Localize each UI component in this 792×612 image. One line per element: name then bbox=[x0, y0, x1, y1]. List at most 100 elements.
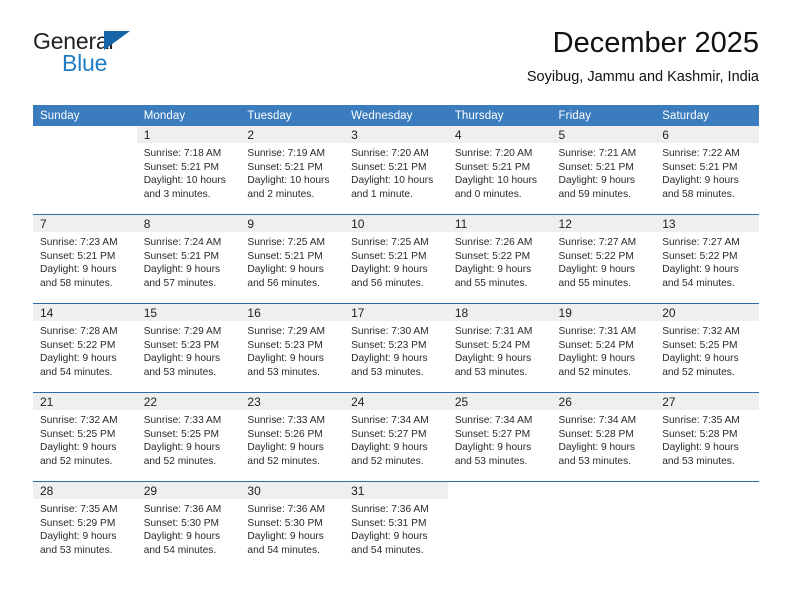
daylight-text-line2: and 53 minutes. bbox=[40, 544, 113, 556]
daylight-text-line1: Daylight: 9 hours bbox=[351, 531, 428, 543]
day-number: 18 bbox=[447, 304, 552, 321]
day-number: 16 bbox=[240, 304, 345, 321]
calendar-day-cell[interactable]: 10 Sunrise: 7:25 AM Sunset: 5:21 PM Dayligh… bbox=[344, 214, 448, 304]
calendar-day-cell[interactable]: 28 Sunrise: 7:35 AM Sunset: 5:29 PM Dayligh… bbox=[33, 481, 137, 570]
calendar-day-cell[interactable]: 12 Sunrise: 7:27 AM Sunset: 5:22 PM Dayligh… bbox=[551, 214, 656, 304]
day-number: 13 bbox=[655, 215, 759, 232]
day-details: Sunrise: 7:26 AM Sunset: 5:22 PM Daylight:… bbox=[448, 232, 552, 290]
calendar-day-cell[interactable]: 15 Sunrise: 7:29 AM Sunset: 5:23 PM Dayligh… bbox=[136, 303, 241, 393]
daylight-text-line1: Daylight: 10 hours bbox=[143, 175, 226, 187]
sunset-text: Sunset: 5:21 PM bbox=[247, 250, 323, 262]
daylight-text-line1: Daylight: 9 hours bbox=[40, 264, 117, 276]
day-cell-inner: 6 Sunrise: 7:22 AM Sunset: 5:21 PM Daylight… bbox=[655, 126, 759, 214]
calendar-day-cell[interactable]: 1 Sunrise: 7:18 AM Sunset: 5:21 PM Daylight… bbox=[136, 126, 241, 215]
day-details: Sunrise: 7:28 AM Sunset: 5:22 PM Daylight:… bbox=[33, 321, 137, 379]
calendar-day-cell[interactable]: 16 Sunrise: 7:29 AM Sunset: 5:23 PM Dayligh… bbox=[240, 303, 345, 393]
day-details: Sunrise: 7:27 AM Sunset: 5:22 PM Daylight:… bbox=[552, 232, 656, 290]
sunrise-text: Sunrise: 7:36 AM bbox=[143, 504, 222, 515]
calendar-day-cell[interactable]: 25 Sunrise: 7:34 AM Sunset: 5:27 PM Dayligh… bbox=[447, 392, 552, 482]
day-cell-inner: 26 Sunrise: 7:34 AM Sunset: 5:28 PM Dayligh… bbox=[551, 393, 656, 481]
daylight-text-line1: Daylight: 9 hours bbox=[662, 175, 739, 187]
day-details: Sunrise: 7:36 AM Sunset: 5:30 PM Daylight:… bbox=[240, 499, 344, 557]
calendar-day-cell[interactable]: 23 Sunrise: 7:33 AM Sunset: 5:26 PM Dayligh… bbox=[240, 392, 345, 482]
calendar-day-cell[interactable]: 20 Sunrise: 7:32 AM Sunset: 5:25 PM Dayligh… bbox=[655, 303, 759, 393]
day-cell-inner: 14 Sunrise: 7:28 AM Sunset: 5:22 PM Dayligh… bbox=[33, 304, 137, 392]
day-cell-inner: 8 Sunrise: 7:24 AM Sunset: 5:21 PM Daylight… bbox=[136, 215, 241, 303]
day-details: Sunrise: 7:34 AM Sunset: 5:27 PM Daylight:… bbox=[448, 410, 552, 468]
calendar-week-row: 7 Sunrise: 7:23 AM Sunset: 5:21 PM Daylight… bbox=[33, 214, 759, 304]
calendar-day-cell[interactable]: 19 Sunrise: 7:31 AM Sunset: 5:24 PM Dayligh… bbox=[551, 303, 656, 393]
daylight-text-line1: Daylight: 9 hours bbox=[558, 353, 635, 365]
day-cell-inner: 20 Sunrise: 7:32 AM Sunset: 5:25 PM Dayligh… bbox=[655, 304, 759, 392]
calendar-day-cell[interactable]: 26 Sunrise: 7:34 AM Sunset: 5:28 PM Dayligh… bbox=[551, 392, 656, 482]
day-details bbox=[448, 499, 552, 503]
calendar-day-cell[interactable]: 9 Sunrise: 7:25 AM Sunset: 5:21 PM Daylight… bbox=[240, 214, 345, 304]
calendar-day-cell[interactable]: 29 Sunrise: 7:36 AM Sunset: 5:30 PM Dayligh… bbox=[136, 481, 241, 570]
calendar-body: 1 Sunrise: 7:18 AM Sunset: 5:21 PM Daylight… bbox=[33, 126, 759, 570]
sunset-text: Sunset: 5:21 PM bbox=[351, 161, 427, 173]
day-number: 26 bbox=[551, 393, 656, 410]
general-blue-logo[interactable]: General Blue bbox=[33, 28, 233, 86]
daylight-text-line1: Daylight: 9 hours bbox=[558, 175, 635, 187]
day-number: 8 bbox=[136, 215, 241, 232]
daylight-text-line2: and 54 minutes. bbox=[351, 544, 424, 556]
day-details: Sunrise: 7:22 AM Sunset: 5:21 PM Daylight:… bbox=[655, 143, 759, 201]
sunset-text: Sunset: 5:23 PM bbox=[351, 339, 427, 351]
daylight-text-line1: Daylight: 9 hours bbox=[662, 353, 739, 365]
daylight-text-line2: and 59 minutes. bbox=[558, 188, 632, 200]
day-number: 6 bbox=[655, 126, 759, 143]
calendar-day-cell[interactable]: 22 Sunrise: 7:33 AM Sunset: 5:25 PM Dayligh… bbox=[136, 392, 241, 482]
calendar-day-cell-empty bbox=[33, 126, 137, 215]
calendar-day-cell[interactable]: 14 Sunrise: 7:28 AM Sunset: 5:22 PM Dayligh… bbox=[33, 303, 137, 393]
day-cell-inner bbox=[552, 482, 656, 570]
calendar-day-cell[interactable]: 11 Sunrise: 7:26 AM Sunset: 5:22 PM Dayligh… bbox=[447, 214, 552, 304]
calendar-day-cell[interactable]: 18 Sunrise: 7:31 AM Sunset: 5:24 PM Dayligh… bbox=[447, 303, 552, 393]
daylight-text-line2: and 52 minutes. bbox=[40, 455, 113, 467]
daylight-text-line1: Daylight: 9 hours bbox=[351, 442, 428, 454]
calendar-day-cell[interactable]: 4 Sunrise: 7:20 AM Sunset: 5:21 PM Daylight… bbox=[447, 126, 552, 215]
day-cell-inner: 5 Sunrise: 7:21 AM Sunset: 5:21 PM Daylight… bbox=[551, 126, 656, 214]
day-number: 25 bbox=[447, 393, 552, 410]
calendar-day-cell[interactable]: 2 Sunrise: 7:19 AM Sunset: 5:21 PM Daylight… bbox=[240, 126, 345, 215]
daylight-text-line2: and 52 minutes. bbox=[143, 455, 217, 467]
daylight-text-line2: and 1 minute. bbox=[351, 188, 413, 200]
daylight-text-line2: and 58 minutes. bbox=[40, 277, 113, 289]
daylight-text-line1: Daylight: 9 hours bbox=[558, 442, 635, 454]
daylight-text-line1: Daylight: 9 hours bbox=[143, 264, 221, 276]
calendar-day-cell[interactable]: 13 Sunrise: 7:27 AM Sunset: 5:22 PM Dayligh… bbox=[655, 214, 759, 304]
calendar-day-cell[interactable]: 24 Sunrise: 7:34 AM Sunset: 5:27 PM Dayligh… bbox=[344, 392, 448, 482]
calendar-day-cell[interactable]: 31 Sunrise: 7:36 AM Sunset: 5:31 PM Dayligh… bbox=[344, 481, 448, 570]
day-cell-inner: 31 Sunrise: 7:36 AM Sunset: 5:31 PM Dayligh… bbox=[344, 482, 448, 570]
calendar-header-row: Sunday Monday Tuesday Wednesday Thursday… bbox=[33, 105, 759, 126]
calendar-day-cell[interactable]: 21 Sunrise: 7:32 AM Sunset: 5:25 PM Dayligh… bbox=[33, 392, 137, 482]
sunrise-text: Sunrise: 7:22 AM bbox=[662, 148, 740, 159]
daylight-text-line2: and 54 minutes. bbox=[40, 366, 113, 378]
calendar-week-row: 1 Sunrise: 7:18 AM Sunset: 5:21 PM Daylight… bbox=[33, 126, 759, 215]
calendar-day-cell[interactable]: 30 Sunrise: 7:36 AM Sunset: 5:30 PM Dayligh… bbox=[240, 481, 345, 570]
day-details: Sunrise: 7:20 AM Sunset: 5:21 PM Daylight:… bbox=[344, 143, 448, 201]
sunrise-text: Sunrise: 7:36 AM bbox=[247, 504, 325, 515]
calendar-day-cell[interactable]: 8 Sunrise: 7:24 AM Sunset: 5:21 PM Daylight… bbox=[136, 214, 241, 304]
sunset-text: Sunset: 5:31 PM bbox=[351, 517, 427, 529]
calendar-day-cell[interactable]: 7 Sunrise: 7:23 AM Sunset: 5:21 PM Daylight… bbox=[33, 214, 137, 304]
daylight-text-line1: Daylight: 9 hours bbox=[662, 442, 739, 454]
calendar-day-cell[interactable]: 17 Sunrise: 7:30 AM Sunset: 5:23 PM Dayligh… bbox=[344, 303, 448, 393]
calendar-day-cell[interactable]: 3 Sunrise: 7:20 AM Sunset: 5:21 PM Daylight… bbox=[344, 126, 448, 215]
calendar-day-cell[interactable]: 5 Sunrise: 7:21 AM Sunset: 5:21 PM Daylight… bbox=[551, 126, 656, 215]
calendar-day-cell[interactable]: 6 Sunrise: 7:22 AM Sunset: 5:21 PM Daylight… bbox=[655, 126, 759, 215]
day-number: 3 bbox=[344, 126, 448, 143]
calendar-day-cell-empty bbox=[551, 481, 656, 570]
sunset-text: Sunset: 5:21 PM bbox=[247, 161, 323, 173]
daylight-text-line2: and 2 minutes. bbox=[247, 188, 315, 200]
day-details: Sunrise: 7:35 AM Sunset: 5:29 PM Daylight:… bbox=[33, 499, 137, 557]
day-details: Sunrise: 7:27 AM Sunset: 5:22 PM Daylight:… bbox=[655, 232, 759, 290]
sunrise-text: Sunrise: 7:19 AM bbox=[247, 148, 325, 159]
daylight-text-line1: Daylight: 9 hours bbox=[247, 353, 324, 365]
sunset-text: Sunset: 5:25 PM bbox=[40, 428, 116, 440]
day-cell-inner: 4 Sunrise: 7:20 AM Sunset: 5:21 PM Daylight… bbox=[447, 126, 552, 214]
daylight-text-line1: Daylight: 9 hours bbox=[40, 353, 117, 365]
daylight-text-line1: Daylight: 9 hours bbox=[454, 353, 532, 365]
sunset-text: Sunset: 5:29 PM bbox=[40, 517, 116, 529]
day-number: 2 bbox=[240, 126, 345, 143]
calendar-day-cell[interactable]: 27 Sunrise: 7:35 AM Sunset: 5:28 PM Dayligh… bbox=[655, 392, 759, 482]
